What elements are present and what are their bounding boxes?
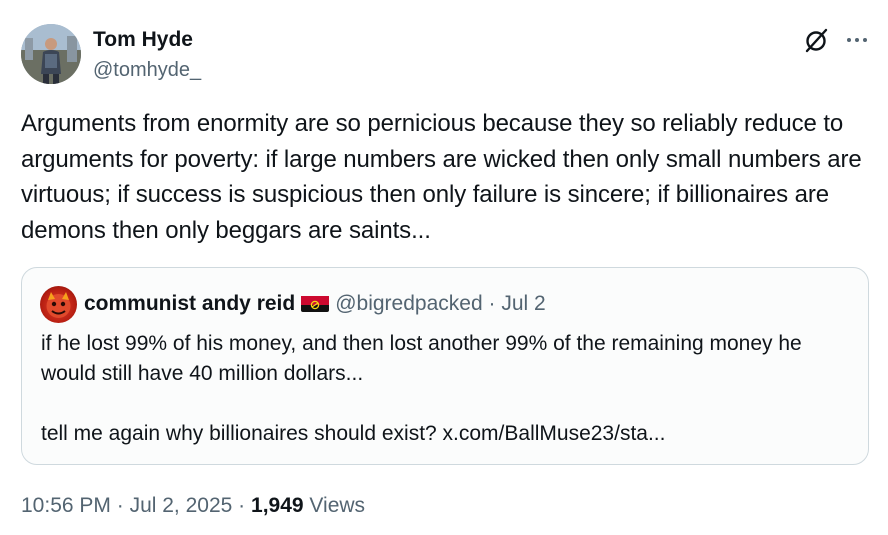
quoted-tweet-text: if he lost 99% of his money, and then lo… bbox=[41, 329, 861, 449]
quoted-tweet-date[interactable]: Jul 2 bbox=[501, 292, 545, 315]
tweet-time[interactable]: 10:56 PM bbox=[21, 494, 111, 517]
tweet-meta: 10:56 PM · Jul 2, 2025 · 1,949 Views bbox=[21, 492, 365, 520]
quoted-author-avatar bbox=[40, 286, 77, 323]
views-label: Views bbox=[309, 494, 366, 517]
grok-icon[interactable] bbox=[803, 26, 831, 54]
views-count: 1,949 bbox=[251, 494, 304, 517]
author-name[interactable]: Tom Hyde bbox=[93, 27, 193, 53]
tweet-text: Arguments from enormity are so perniciou… bbox=[21, 110, 862, 244]
more-icon[interactable] bbox=[843, 26, 871, 54]
meta-separator: · bbox=[116, 494, 124, 517]
quoted-tweet-header: communist andy reid @bigredpacked · Jul 2 bbox=[84, 290, 546, 318]
quoted-text-line-1: if he lost 99% of his money, and then lo… bbox=[41, 332, 802, 385]
tweet-date[interactable]: Jul 2, 2025 bbox=[130, 494, 233, 517]
quoted-author-handle[interactable]: @bigredpacked bbox=[335, 292, 482, 315]
quoted-separator: · bbox=[488, 292, 496, 315]
angola-flag-icon bbox=[301, 294, 330, 312]
author-handle[interactable]: @tomhyde_ bbox=[93, 57, 201, 83]
quoted-author-name[interactable]: communist andy reid bbox=[84, 292, 295, 315]
quoted-tweet-card[interactable]: communist andy reid @bigredpacked · Jul 2… bbox=[21, 267, 869, 465]
meta-separator-2: · bbox=[238, 494, 246, 517]
tweet: Tom Hyde @tomhyde_ Arguments from enormi… bbox=[0, 0, 888, 535]
quoted-text-line-2: tell me again why billionaires should ex… bbox=[41, 422, 666, 445]
author-avatar[interactable] bbox=[21, 24, 81, 84]
